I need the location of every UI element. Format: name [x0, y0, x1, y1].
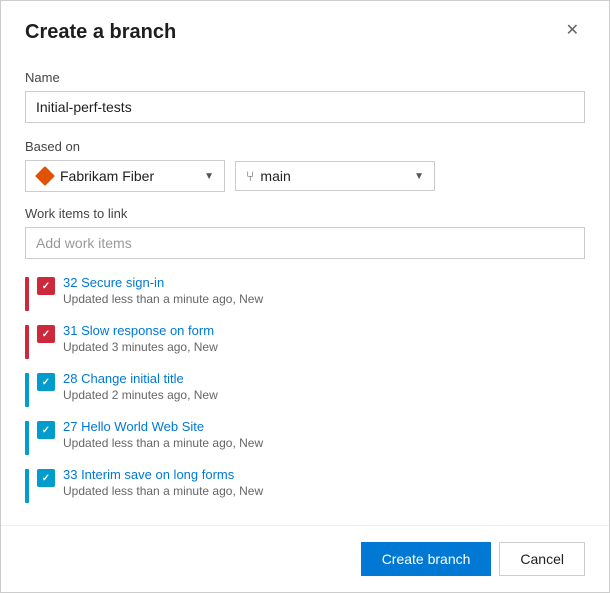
create-branch-button[interactable]: Create branch	[361, 542, 492, 576]
work-item-details: 33 Interim save on long forms Updated le…	[63, 467, 585, 498]
branch-name: main	[260, 168, 290, 184]
work-item-details: 28 Change initial title Updated 2 minute…	[63, 371, 585, 402]
work-item-meta: Updated less than a minute ago, New	[63, 436, 585, 450]
work-item-icon: ✓	[37, 325, 55, 343]
work-item-title[interactable]: 33 Interim save on long forms	[63, 467, 585, 482]
work-item-meta: Updated less than a minute ago, New	[63, 292, 585, 306]
work-item-meta: Updated less than a minute ago, New	[63, 484, 585, 498]
work-item-details: 31 Slow response on form Updated 3 minut…	[63, 323, 585, 354]
work-item-color-bar	[25, 469, 29, 503]
repo-chevron-icon: ▼	[204, 171, 214, 182]
work-item-meta: Updated 2 minutes ago, New	[63, 388, 585, 402]
branch-name-input[interactable]	[25, 91, 585, 123]
work-item-icon: ✓	[37, 373, 55, 391]
work-item-icon: ✓	[37, 421, 55, 439]
list-item: ✓ 28 Change initial title Updated 2 minu…	[25, 365, 585, 413]
repo-select-button[interactable]: Fabrikam Fiber ▼	[25, 160, 225, 192]
create-branch-dialog: Create a branch ✕ Name Based on Fabrikam…	[0, 0, 610, 593]
branch-chevron-icon: ▼	[414, 171, 424, 182]
branch-select-button[interactable]: ⑂ main ▼	[235, 161, 435, 191]
repo-icon	[36, 167, 54, 185]
work-items-placeholder: Add work items	[36, 235, 132, 251]
work-items-input[interactable]: Add work items	[25, 227, 585, 259]
list-item: ✓ 32 Secure sign-in Updated less than a …	[25, 269, 585, 317]
work-item-color-bar	[25, 373, 29, 407]
work-items-label: Work items to link	[25, 206, 585, 221]
dialog-footer: Create branch Cancel	[1, 525, 609, 592]
repo-name: Fabrikam Fiber	[60, 168, 154, 184]
cancel-button[interactable]: Cancel	[499, 542, 585, 576]
work-item-color-bar	[25, 325, 29, 359]
work-item-color-bar	[25, 421, 29, 455]
work-item-color-bar	[25, 277, 29, 311]
list-item: ✓ 27 Hello World Web Site Updated less t…	[25, 413, 585, 461]
work-item-details: 32 Secure sign-in Updated less than a mi…	[63, 275, 585, 306]
work-item-title[interactable]: 32 Secure sign-in	[63, 275, 585, 290]
work-item-title[interactable]: 27 Hello World Web Site	[63, 419, 585, 434]
close-button[interactable]: ✕	[560, 21, 585, 41]
branch-icon: ⑂	[246, 168, 254, 184]
name-label: Name	[25, 70, 585, 85]
work-item-details: 27 Hello World Web Site Updated less tha…	[63, 419, 585, 450]
based-on-label: Based on	[25, 139, 585, 154]
list-item: ✓ 31 Slow response on form Updated 3 min…	[25, 317, 585, 365]
diamond-icon	[35, 166, 55, 186]
work-items-list: ✓ 32 Secure sign-in Updated less than a …	[25, 269, 585, 509]
work-item-meta: Updated 3 minutes ago, New	[63, 340, 585, 354]
based-on-row: Fabrikam Fiber ▼ ⑂ main ▼	[25, 160, 585, 192]
dialog-title: Create a branch	[25, 21, 176, 44]
dialog-body: Name Based on Fabrikam Fiber ▼	[1, 56, 609, 509]
dialog-header: Create a branch ✕	[1, 1, 609, 56]
branch-select-wrapper: ⑂ main ▼	[235, 161, 435, 191]
work-item-icon: ✓	[37, 277, 55, 295]
list-item: ✓ 33 Interim save on long forms Updated …	[25, 461, 585, 509]
work-item-title[interactable]: 31 Slow response on form	[63, 323, 585, 338]
repo-select-wrapper: Fabrikam Fiber ▼	[25, 160, 225, 192]
work-item-title[interactable]: 28 Change initial title	[63, 371, 585, 386]
work-item-icon: ✓	[37, 469, 55, 487]
